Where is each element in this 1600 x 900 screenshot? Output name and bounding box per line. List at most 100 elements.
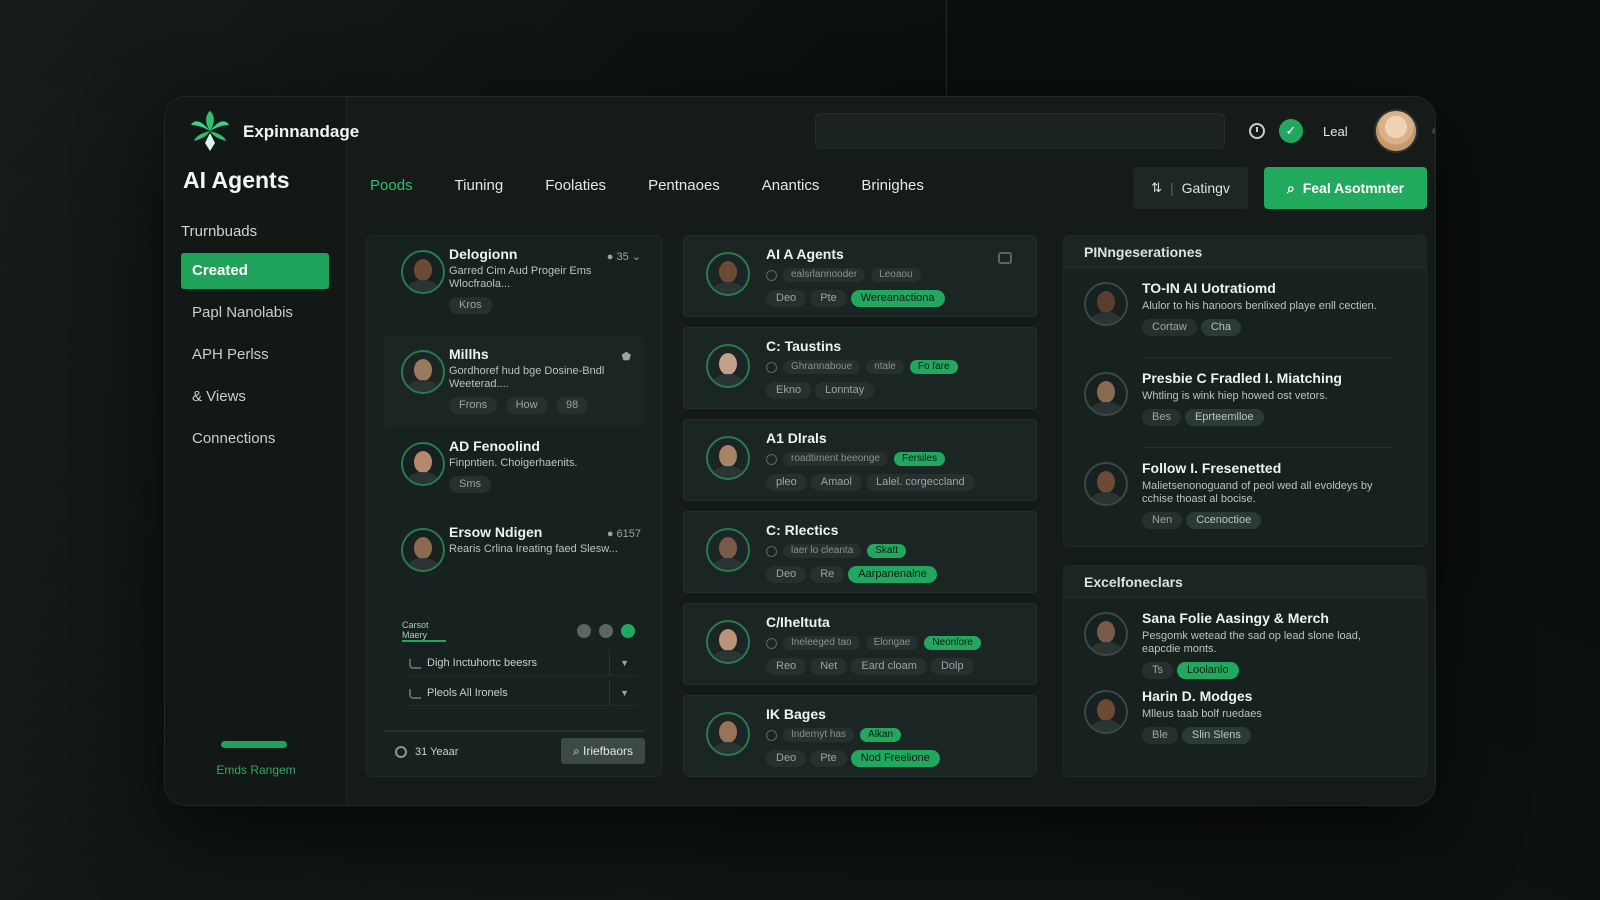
tab-foolaties[interactable]: Foolaties [545, 177, 606, 199]
item-tag[interactable]: Ble [1142, 727, 1178, 744]
agent-card[interactable]: C: Rlectics laer lo cleanta Skatt Deo Re Aa… [683, 511, 1037, 593]
avatar [706, 252, 750, 296]
logo[interactable]: Expinnandage [189, 111, 359, 153]
user-avatar[interactable] [1373, 109, 1418, 153]
item-chip[interactable]: Slin Slens [1181, 727, 1251, 744]
agent-status-pill[interactable]: Aarpanenalne [848, 566, 937, 583]
cloud-icon[interactable] [599, 624, 613, 638]
gating-button[interactable]: ⇅ | Gatingv [1133, 167, 1248, 209]
person-tag[interactable]: How [505, 397, 548, 414]
section-title: Excelfoneclars [1064, 566, 1426, 598]
check-icon[interactable]: ✓ [1279, 119, 1303, 143]
avatar [706, 528, 750, 572]
divider: | [1170, 180, 1174, 196]
shield-icon: ⬟ [621, 351, 631, 363]
signal-icon[interactable] [577, 624, 591, 638]
user-name[interactable]: Leal [1323, 124, 1348, 139]
agent-pill[interactable]: Lalel. corgeccland [865, 474, 975, 491]
agent-pill[interactable]: Eard cloam [851, 658, 927, 675]
person-tag[interactable]: Kros [449, 297, 492, 314]
item-title: Presbie C Fradled I. Miatching [1142, 370, 1342, 386]
agent-pill[interactable]: Amaol [810, 474, 862, 491]
person-tag[interactable]: Frons [449, 397, 498, 414]
list-item[interactable]: Sana Folie Aasingy & Merch Pesgomk wetea… [1064, 598, 1426, 688]
list-item[interactable]: Follow I. Fresenetted Malietsenonoguand … [1064, 448, 1426, 538]
item-chip[interactable]: Cha [1200, 319, 1242, 336]
agent-card[interactable]: C/Iheltuta Ineleeged tao Elongae Neonlore … [683, 603, 1037, 685]
agent-pill[interactable]: Deo [766, 750, 807, 767]
agent-pill[interactable]: Pte [810, 750, 847, 767]
list-item[interactable]: Millhs Gordhoref hud bge Dosine-Bndl Wee… [385, 336, 643, 428]
tab-brinighes[interactable]: Brinighes [861, 177, 924, 199]
filter-dropdown[interactable]: Pleols All Ironels ▼ [405, 680, 637, 706]
item-tag[interactable]: Cortaw [1142, 319, 1197, 336]
mini-tab[interactable]: Carsot Maery [402, 620, 446, 642]
filter-icon: ⇅ [1151, 180, 1162, 195]
person-tag[interactable]: Sms [449, 476, 491, 493]
item-tag[interactable]: Nen [1142, 512, 1183, 529]
agent-card[interactable]: A1 Dlrals roadtiment beeonge Fersiles ple… [683, 419, 1037, 501]
filter-dropdown[interactable]: Digh Inctuhortc beesrs ▼ [405, 650, 637, 676]
list-item[interactable]: TO-IN AI Uotratiomd Alulor to his hanoor… [1064, 268, 1426, 358]
list-item[interactable]: Presbie C Fradled I. Miatching Whtling i… [1064, 358, 1426, 448]
agent-sub-tag: roadtiment beeonge [783, 452, 888, 466]
agent-card[interactable]: IK Bages Indernyt has Alkan Deo Pte Nod Fre… [683, 695, 1037, 777]
agent-pill[interactable]: Dolp [930, 658, 974, 675]
list-item[interactable]: AD Fenoolind Finpntien. Choigerhaenits. … [367, 428, 661, 514]
agent-pill[interactable]: pleo [766, 474, 807, 491]
agent-sub-tag: Neonlore [924, 636, 981, 650]
chat-icon[interactable] [998, 252, 1012, 264]
leaf-logo-icon [189, 111, 231, 153]
tab-tiuning[interactable]: Tiuning [455, 177, 504, 199]
avatar [1084, 282, 1128, 326]
radio-button[interactable] [395, 746, 407, 758]
refresh-icon[interactable] [621, 624, 635, 638]
person-name: Millhs [449, 346, 489, 362]
tab-anantics[interactable]: Anantics [762, 177, 820, 199]
agent-sub: Ghrannaboue ntale Fo fare [766, 360, 1036, 374]
agent-pill[interactable]: Reo [766, 658, 807, 675]
tab-pentnaoes[interactable]: Pentnaoes [648, 177, 720, 199]
person-tag[interactable]: 98 [556, 397, 589, 414]
item-title: Follow I. Fresenetted [1142, 460, 1282, 476]
sidebar-item-papl-nanolabis[interactable]: Papl Nanolabis [181, 295, 329, 331]
agent-card[interactable]: AI A Agents ealsrlannooder Leoaou Deo Pte W… [683, 235, 1037, 317]
agent-pill[interactable]: Ekno [766, 382, 812, 399]
person-desc: Finpntien. Choigerhaenits. [449, 457, 578, 469]
agent-pill[interactable]: Re [810, 566, 845, 583]
list-item[interactable]: Ersow Ndigen Rearis Crlina Ireating faed… [367, 514, 661, 614]
sidebar-footer-link[interactable]: Emds Rangem [165, 763, 347, 777]
interface-button-label: Iriefbaors [583, 744, 634, 758]
person-meta: ● 35 ⌄ [606, 251, 641, 263]
agent-pill[interactable]: Pte [810, 290, 847, 307]
agent-pill[interactable]: Net [810, 658, 848, 675]
interface-button[interactable]: ⌕ Iriefbaors [561, 738, 645, 764]
search-input[interactable] [815, 113, 1225, 149]
clock-icon[interactable] [1249, 123, 1265, 139]
agent-sub-tag: ealsrlannooder [783, 268, 866, 282]
agent-pill[interactable]: Deo [766, 566, 807, 583]
sidebar-item-views[interactable]: & Views [181, 379, 329, 415]
agent-sub: Indernyt has Alkan [766, 728, 1036, 742]
agent-pill[interactable]: Lonntay [815, 382, 875, 399]
agent-pill[interactable]: Deo [766, 290, 807, 307]
agent-name: A1 Dlrals [766, 430, 827, 446]
sidebar-item-created[interactable]: Created [181, 253, 329, 289]
primary-action-button[interactable]: ⌕ Feal Asotmnter [1264, 167, 1427, 209]
item-chip[interactable]: Eprteemlloe [1184, 409, 1264, 426]
list-item[interactable]: Delogionn Garred Cim Aud Progeir Ems Wlo… [367, 236, 661, 336]
agent-status-pill[interactable]: Nod Freelione [850, 750, 940, 767]
avatar [1084, 690, 1128, 734]
item-desc: Mlleus taab bolf ruedaes [1142, 708, 1262, 720]
item-tag[interactable]: Ts [1142, 662, 1173, 679]
list-item[interactable]: Harin D. Modges Mlleus taab bolf ruedaes… [1064, 688, 1426, 776]
item-chip[interactable]: Loolanlo [1177, 662, 1239, 679]
sidebar-item-aph-perlss[interactable]: APH Perlss [181, 337, 329, 373]
sidebar-item-connections[interactable]: Connections [181, 421, 329, 457]
item-tag[interactable]: Bes [1142, 409, 1181, 426]
item-chip[interactable]: Ccenoctioe [1186, 512, 1262, 529]
tab-poods[interactable]: Poods [370, 177, 413, 199]
agent-card[interactable]: C: Taustins Ghrannaboue ntale Fo fare Ekno… [683, 327, 1037, 409]
agent-sub-tag: Alkan [860, 728, 902, 742]
agent-status-pill[interactable]: Wereanactiona [850, 290, 945, 307]
